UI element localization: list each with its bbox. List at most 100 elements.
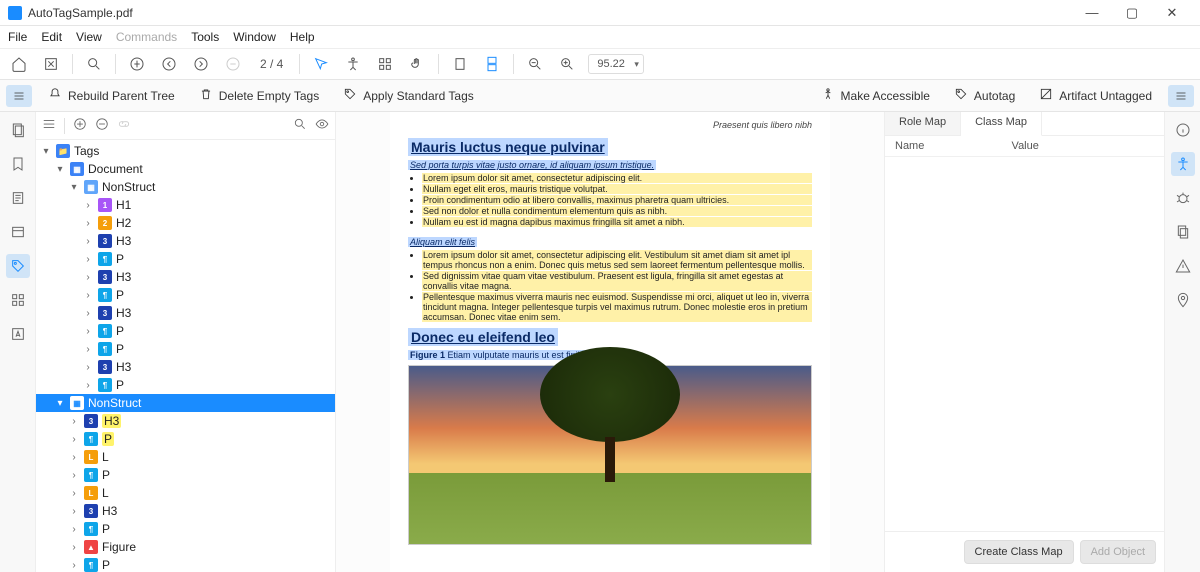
tree-item[interactable]: ›¶P bbox=[36, 376, 335, 394]
tab-class-map[interactable]: Class Map bbox=[961, 112, 1042, 136]
hand-icon[interactable] bbox=[406, 53, 428, 75]
tree-search-icon[interactable] bbox=[293, 117, 307, 134]
tree-item[interactable]: ›LL bbox=[36, 484, 335, 502]
copy-panel-icon[interactable] bbox=[1171, 220, 1195, 244]
doc-figure-image bbox=[408, 365, 812, 545]
tree-nonstruct-selected[interactable]: ▾▦NonStruct bbox=[36, 394, 335, 412]
font-panel-icon[interactable] bbox=[6, 322, 30, 346]
order-panel-icon[interactable] bbox=[6, 220, 30, 244]
zoom-select[interactable]: 95.22 bbox=[588, 54, 644, 74]
menu-help[interactable]: Help bbox=[290, 30, 315, 44]
tags-panel-icon[interactable] bbox=[6, 254, 30, 278]
menu-view[interactable]: View bbox=[76, 30, 102, 44]
pages-panel-icon[interactable] bbox=[6, 118, 30, 142]
maximize-button[interactable]: ▢ bbox=[1112, 1, 1152, 25]
link-icon[interactable] bbox=[117, 117, 131, 134]
properties-footer: Create Class Map Add Object bbox=[885, 531, 1164, 572]
zoom-in-icon[interactable] bbox=[556, 53, 578, 75]
doc-list-item: Nullam eu est id magna dapibus maximus f… bbox=[422, 217, 812, 227]
grid-icon[interactable] bbox=[374, 53, 396, 75]
tree-item[interactable]: ›¶P bbox=[36, 340, 335, 358]
tree-item[interactable]: ›¶P bbox=[36, 322, 335, 340]
doc-subheading: Sed porta turpis vitae justo ornare, id … bbox=[408, 160, 656, 170]
alert-panel-icon[interactable] bbox=[1171, 254, 1195, 278]
tree-item[interactable]: ›¶P bbox=[36, 556, 335, 572]
tree-item[interactable]: ›3H3 bbox=[36, 358, 335, 376]
info-panel-icon[interactable] bbox=[1171, 118, 1195, 142]
tree-item[interactable]: ›¶P bbox=[36, 286, 335, 304]
cursor-icon[interactable] bbox=[310, 53, 332, 75]
tree-document[interactable]: ▾▦Document bbox=[36, 160, 335, 178]
tree-item[interactable]: ›▲Figure bbox=[36, 538, 335, 556]
search-icon[interactable] bbox=[83, 53, 105, 75]
page-indicator[interactable]: 2 / 4 bbox=[254, 57, 289, 71]
remove-node-icon[interactable] bbox=[95, 117, 109, 134]
panel-toggle-left[interactable] bbox=[6, 85, 32, 107]
app-icon bbox=[8, 6, 22, 20]
right-rail bbox=[1164, 112, 1200, 572]
tree-menu-icon[interactable] bbox=[42, 117, 56, 134]
zoom-out-icon[interactable] bbox=[524, 53, 546, 75]
menu-window[interactable]: Window bbox=[233, 30, 276, 44]
tree-item[interactable]: ›3H3 bbox=[36, 268, 335, 286]
tree-item[interactable]: ›3H3 bbox=[36, 304, 335, 322]
tree-item[interactable]: ›¶P bbox=[36, 250, 335, 268]
tree-item[interactable]: ›1H1 bbox=[36, 196, 335, 214]
single-page-icon[interactable] bbox=[449, 53, 471, 75]
tree-item[interactable]: ›¶P bbox=[36, 466, 335, 484]
artifact-label: Artifact Untagged bbox=[1059, 89, 1152, 103]
doc-list-item: Sed dignissim vitae quam vitae vestibulu… bbox=[422, 271, 812, 291]
home-icon[interactable] bbox=[8, 53, 30, 75]
run-icon bbox=[821, 87, 835, 104]
tree-item[interactable]: ›3H3 bbox=[36, 232, 335, 250]
tree-item[interactable]: ›¶P bbox=[36, 430, 335, 448]
left-rail bbox=[0, 112, 36, 572]
tree-item[interactable]: ›3H3 bbox=[36, 412, 335, 430]
delete-empty-tags-button[interactable]: Delete Empty Tags bbox=[191, 84, 328, 107]
first-page-icon[interactable] bbox=[126, 53, 148, 75]
apply-standard-tags-button[interactable]: Apply Standard Tags bbox=[335, 84, 482, 107]
document-view[interactable]: Praesent quis libero nibh Mauris luctus … bbox=[336, 112, 884, 572]
fit-page-icon[interactable] bbox=[40, 53, 62, 75]
location-panel-icon[interactable] bbox=[1171, 288, 1195, 312]
add-object-button[interactable]: Add Object bbox=[1080, 540, 1156, 564]
accessibility-icon[interactable] bbox=[342, 53, 364, 75]
last-page-icon[interactable] bbox=[222, 53, 244, 75]
bug-panel-icon[interactable] bbox=[1171, 186, 1195, 210]
tree-nonstruct-1[interactable]: ▾▦NonStruct bbox=[36, 178, 335, 196]
make-accessible-button[interactable]: Make Accessible bbox=[813, 84, 938, 107]
menu-tools[interactable]: Tools bbox=[191, 30, 219, 44]
doc-list: Lorem ipsum dolor sit amet, consectetur … bbox=[422, 250, 812, 322]
tree-item[interactable]: ›3H3 bbox=[36, 502, 335, 520]
artifact-untagged-button[interactable]: Artifact Untagged bbox=[1031, 84, 1160, 107]
panel-toggle-right[interactable] bbox=[1168, 85, 1194, 107]
next-page-icon[interactable] bbox=[190, 53, 212, 75]
tag-icon bbox=[343, 87, 357, 104]
minimize-button[interactable]: — bbox=[1072, 1, 1112, 25]
structure-panel-icon[interactable] bbox=[6, 288, 30, 312]
tree-item[interactable]: ›2H2 bbox=[36, 214, 335, 232]
menu-file[interactable]: File bbox=[8, 30, 27, 44]
prev-page-icon[interactable] bbox=[158, 53, 180, 75]
title-bar: AutoTagSample.pdf — ▢ ✕ bbox=[0, 0, 1200, 26]
close-button[interactable]: ✕ bbox=[1152, 1, 1192, 25]
continuous-page-icon[interactable] bbox=[481, 53, 503, 75]
doc-list-item: Nullam eget elit eros, mauris tristique … bbox=[422, 184, 812, 194]
bookmarks-panel-icon[interactable] bbox=[6, 152, 30, 176]
properties-tabs: Role Map Class Map bbox=[885, 112, 1164, 136]
create-class-map-button[interactable]: Create Class Map bbox=[964, 540, 1074, 564]
tree-root[interactable]: ▾📁Tags bbox=[36, 142, 335, 160]
visibility-icon[interactable] bbox=[315, 117, 329, 134]
tags-tree[interactable]: ▾📁Tags ▾▦Document ▾▦NonStruct ›1H1 ›2H2 … bbox=[36, 140, 335, 572]
menu-edit[interactable]: Edit bbox=[41, 30, 62, 44]
rebuild-parent-tree-button[interactable]: Rebuild Parent Tree bbox=[40, 84, 183, 107]
add-node-icon[interactable] bbox=[73, 117, 87, 134]
content-panel-icon[interactable] bbox=[6, 186, 30, 210]
doc-heading: Donec eu eleifend leo bbox=[408, 328, 558, 346]
tree-item[interactable]: ›¶P bbox=[36, 520, 335, 538]
tree-item[interactable]: ›LL bbox=[36, 448, 335, 466]
tab-role-map[interactable]: Role Map bbox=[885, 112, 961, 135]
menu-commands[interactable]: Commands bbox=[116, 30, 177, 44]
autotag-button[interactable]: Autotag bbox=[946, 84, 1023, 107]
accessibility-panel-icon[interactable] bbox=[1171, 152, 1195, 176]
